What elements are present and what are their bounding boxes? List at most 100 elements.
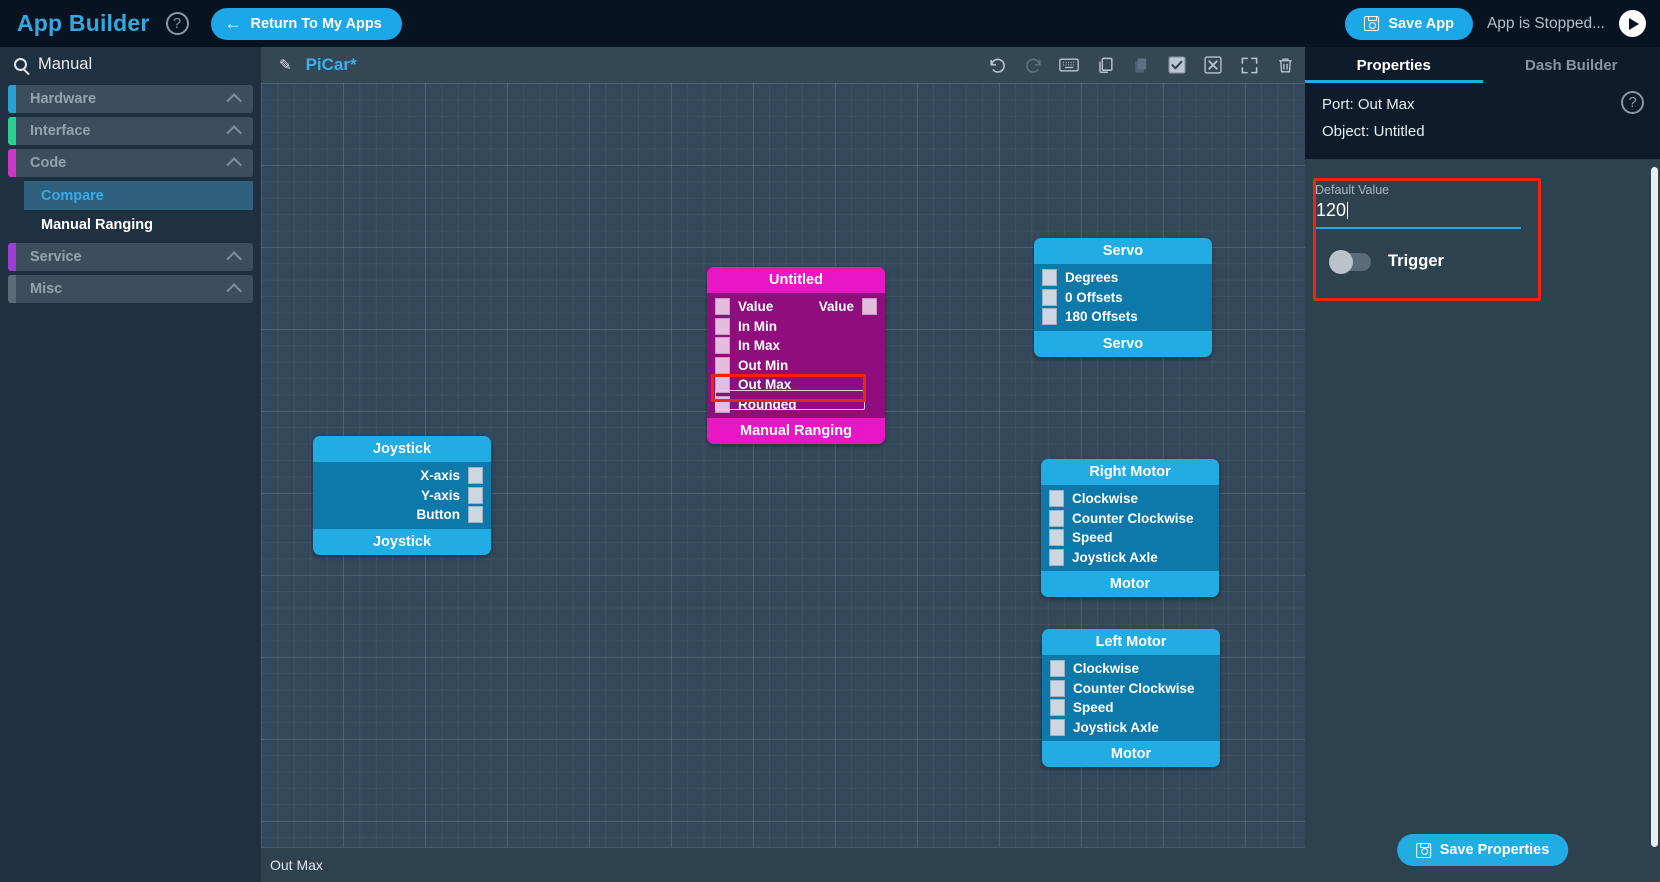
sidebar-category-interface[interactable]: Interface: [8, 117, 253, 145]
chevron-up-icon: [226, 92, 242, 109]
node-right-motor[interactable]: Right Motor Clockwise Counter Clockwise …: [1041, 459, 1219, 597]
port-socket-icon[interactable]: [1050, 679, 1065, 697]
trash-icon[interactable]: [1273, 53, 1297, 77]
return-to-my-apps-label: Return To My Apps: [250, 15, 382, 32]
document-title[interactable]: PiCar*: [306, 55, 357, 75]
default-value-input[interactable]: 120: [1316, 200, 1521, 229]
sidebar-category-code[interactable]: Code: [8, 149, 253, 177]
node-port-row[interactable]: 180 Offsets: [1034, 307, 1212, 327]
port-socket-icon[interactable]: [468, 506, 483, 524]
port-socket-icon[interactable]: [1049, 548, 1064, 566]
node-servo[interactable]: Servo Degrees 0 Offsets 180 Offsets Serv…: [1034, 238, 1212, 357]
node-port-row[interactable]: Joystick Axle: [1041, 548, 1219, 568]
node-port-row[interactable]: Speed: [1042, 698, 1220, 718]
port-socket-icon[interactable]: [715, 337, 730, 355]
properties-scrollbar[interactable]: [1651, 167, 1658, 847]
search-input[interactable]: Manual: [38, 55, 92, 74]
trigger-toggle[interactable]: [1329, 249, 1371, 274]
node-port-row[interactable]: Button: [313, 505, 491, 525]
port-label: Joystick Axle: [1073, 719, 1159, 735]
node-port-row[interactable]: Y-axis: [313, 486, 491, 506]
node-port-row[interactable]: Rounded: [707, 395, 885, 415]
node-canvas[interactable]: Untitled Value Value In Min In Max Out M…: [261, 83, 1305, 847]
port-socket-icon[interactable]: [1042, 308, 1057, 326]
port-socket-icon[interactable]: [715, 298, 730, 316]
fullscreen-icon[interactable]: [1237, 53, 1261, 77]
port-socket-icon[interactable]: [1042, 269, 1057, 287]
redo-icon[interactable]: [1021, 53, 1045, 77]
port-socket-icon[interactable]: [715, 356, 730, 374]
node-port-row[interactable]: 0 Offsets: [1034, 288, 1212, 308]
node-port-row-out-max[interactable]: Out Max: [707, 375, 885, 395]
tab-properties[interactable]: Properties: [1305, 47, 1483, 83]
node-port-row[interactable]: X-axis: [313, 466, 491, 486]
return-to-my-apps-button[interactable]: ← Return To My Apps: [210, 7, 402, 40]
copy-icon[interactable]: [1093, 53, 1117, 77]
node-port-row[interactable]: Clockwise: [1042, 659, 1220, 679]
node-title: Untitled: [707, 267, 885, 293]
port-socket-icon[interactable]: [468, 486, 483, 504]
trigger-row: Trigger: [1329, 249, 1444, 274]
save-properties-label: Save Properties: [1439, 842, 1550, 858]
sidebar-category-misc[interactable]: Misc: [8, 275, 253, 303]
port-label: Speed: [1072, 530, 1113, 546]
canvas-header: ✎ PiCar*: [261, 47, 1305, 83]
port-label: Value: [818, 299, 854, 315]
node-port-row[interactable]: Joystick Axle: [1042, 718, 1220, 738]
select-all-icon[interactable]: [1165, 53, 1189, 77]
port-socket-icon[interactable]: [1050, 660, 1065, 678]
port-socket-icon[interactable]: [1049, 509, 1064, 527]
default-value-text: 120: [1316, 200, 1347, 220]
node-port-row[interactable]: Counter Clockwise: [1042, 679, 1220, 699]
node-title: Right Motor: [1041, 459, 1219, 485]
trigger-label: Trigger: [1388, 252, 1444, 270]
node-joystick[interactable]: Joystick X-axis Y-axis Button Joystick: [313, 436, 491, 555]
node-port-row[interactable]: Counter Clockwise: [1041, 509, 1219, 529]
port-info-line: Port: Out Max: [1322, 96, 1415, 113]
port-socket-icon[interactable]: [468, 467, 483, 485]
save-properties-button[interactable]: Save Properties: [1396, 834, 1569, 866]
node-port-row[interactable]: Degrees: [1034, 268, 1212, 288]
node-port-row[interactable]: Out Min: [707, 356, 885, 376]
port-socket-icon[interactable]: [862, 298, 877, 316]
play-icon[interactable]: [1619, 10, 1646, 37]
pencil-icon[interactable]: ✎: [279, 56, 292, 74]
question-circle-icon[interactable]: ?: [1621, 91, 1644, 114]
node-port-row[interactable]: Clockwise: [1041, 489, 1219, 509]
port-socket-icon[interactable]: [1050, 718, 1065, 736]
node-left-motor[interactable]: Left Motor Clockwise Counter Clockwise S…: [1042, 629, 1220, 767]
search-row[interactable]: Manual: [0, 47, 261, 81]
sidebar-category-service[interactable]: Service: [8, 243, 253, 271]
port-socket-icon[interactable]: [1049, 490, 1064, 508]
top-bar: App Builder ? ← Return To My Apps Save A…: [0, 0, 1660, 47]
keyboard-icon[interactable]: [1057, 53, 1081, 77]
node-port-row[interactable]: Speed: [1041, 528, 1219, 548]
paste-icon[interactable]: [1129, 53, 1153, 77]
tab-dash-builder[interactable]: Dash Builder: [1483, 47, 1660, 83]
port-socket-icon[interactable]: [1049, 529, 1064, 547]
node-port-row[interactable]: In Min: [707, 317, 885, 337]
node-footer: Joystick: [313, 528, 491, 555]
sidebar-item-compare[interactable]: Compare: [24, 181, 253, 210]
port-socket-icon[interactable]: [715, 376, 730, 394]
deselect-icon[interactable]: [1201, 53, 1225, 77]
text-cursor: [1347, 202, 1349, 219]
port-label: Counter Clockwise: [1072, 510, 1194, 526]
sidebar-category-hardware[interactable]: Hardware: [8, 85, 253, 113]
node-body: Degrees 0 Offsets 180 Offsets: [1034, 264, 1212, 331]
port-socket-icon[interactable]: [1050, 699, 1065, 717]
port-socket-icon[interactable]: [1042, 288, 1057, 306]
node-port-row[interactable]: Value Value: [707, 297, 885, 317]
port-label: In Max: [738, 338, 781, 354]
sidebar-item-manual-ranging[interactable]: Manual Ranging: [24, 210, 253, 239]
properties-tabs: Properties Dash Builder: [1305, 47, 1660, 83]
question-circle-icon[interactable]: ?: [165, 12, 189, 35]
port-socket-icon[interactable]: [715, 395, 730, 413]
node-manual-ranging[interactable]: Untitled Value Value In Min In Max Out M…: [707, 267, 885, 444]
save-app-button[interactable]: Save App: [1345, 7, 1473, 40]
port-socket-icon[interactable]: [715, 317, 730, 335]
node-port-row[interactable]: In Max: [707, 336, 885, 356]
undo-icon[interactable]: [985, 53, 1009, 77]
port-label: 180 Offsets: [1065, 309, 1138, 325]
node-body: X-axis Y-axis Button: [313, 462, 491, 529]
